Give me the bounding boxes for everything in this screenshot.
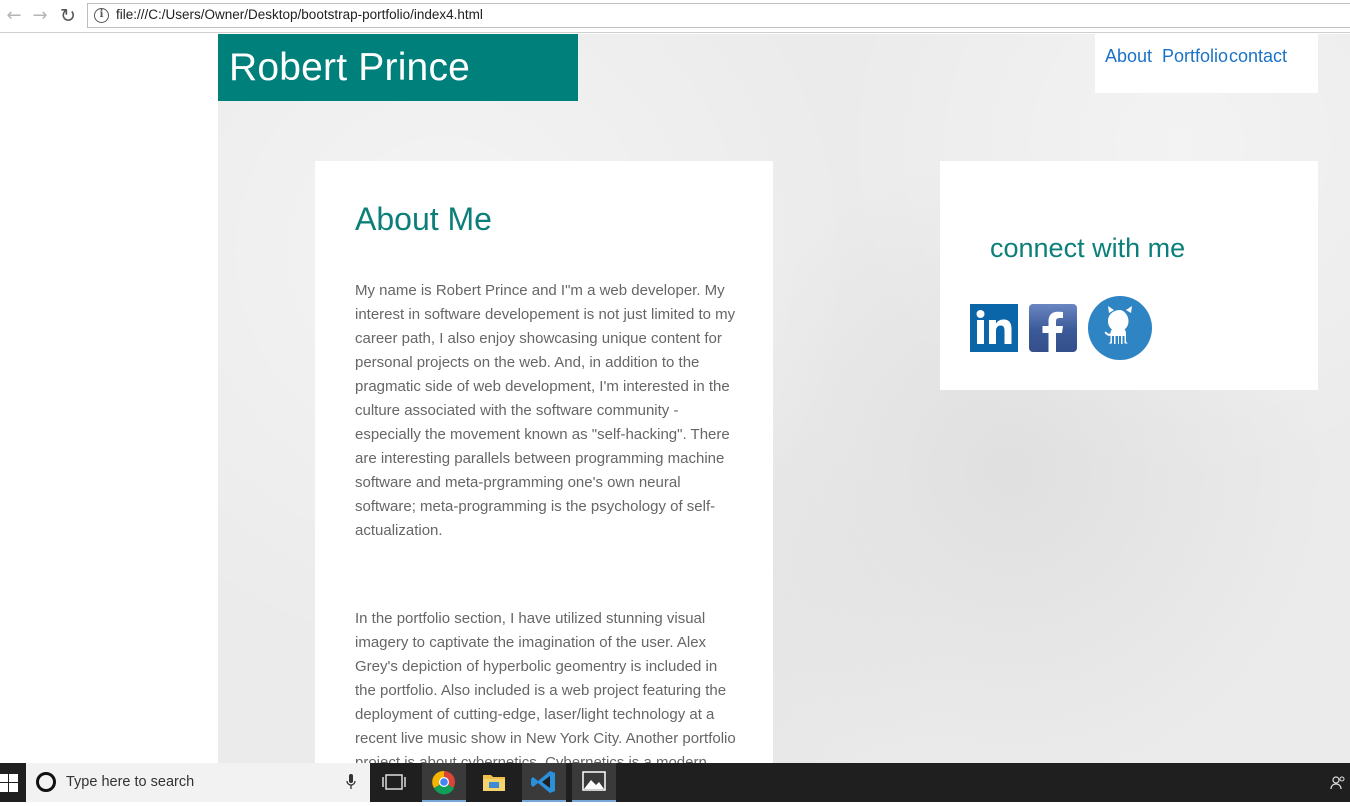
reload-icon[interactable]: ↻ [57, 5, 79, 27]
top-navigation: About Portfolio contact [1095, 34, 1318, 93]
people-icon[interactable] [1330, 775, 1346, 791]
photos-icon[interactable] [572, 763, 616, 802]
info-icon[interactable]: i [94, 8, 109, 23]
microphone-icon[interactable] [346, 774, 356, 790]
linkedin-icon[interactable] [970, 304, 1018, 352]
vscode-icon[interactable] [522, 763, 566, 802]
file-explorer-icon[interactable] [472, 763, 516, 802]
chrome-icon[interactable] [422, 763, 466, 802]
about-card: About Me My name is Robert Prince and I"… [315, 161, 773, 795]
browser-toolbar: ← → ↻ i file:///C:/Users/Owner/Desktop/b… [0, 0, 1350, 33]
windows-taskbar: Type here to search [0, 763, 1350, 802]
nav-link-portfolio[interactable]: Portfolio [1162, 46, 1228, 67]
site-header-brand: Robert Prince [218, 34, 578, 101]
github-icon[interactable] [1088, 296, 1152, 360]
task-view-icon[interactable] [372, 763, 416, 802]
page-viewport: Robert Prince About Portfolio contact Ab… [0, 34, 1350, 795]
url-text[interactable]: file:///C:/Users/Owner/Desktop/bootstrap… [116, 7, 483, 22]
back-arrow-icon[interactable]: ← [3, 5, 25, 27]
facebook-icon[interactable] [1029, 304, 1077, 352]
nav-link-contact[interactable]: contact [1229, 46, 1287, 67]
windows-start-icon[interactable] [0, 774, 18, 792]
site-title: Robert Prince [229, 46, 471, 89]
about-paragraph-1: My name is Robert Prince and I"m a web d… [355, 282, 736, 539]
connect-heading: connect with me [990, 233, 1186, 263]
about-heading: About Me [355, 201, 492, 237]
taskbar-search-placeholder: Type here to search [66, 774, 195, 790]
forward-arrow-icon[interactable]: → [29, 5, 51, 27]
connect-card: connect with me [940, 161, 1318, 390]
taskbar-search-box[interactable]: Type here to search [26, 763, 370, 802]
address-bar[interactable]: i file:///C:/Users/Owner/Desktop/bootstr… [87, 3, 1350, 28]
nav-link-about[interactable]: About [1105, 46, 1152, 67]
cortana-icon [36, 772, 56, 792]
